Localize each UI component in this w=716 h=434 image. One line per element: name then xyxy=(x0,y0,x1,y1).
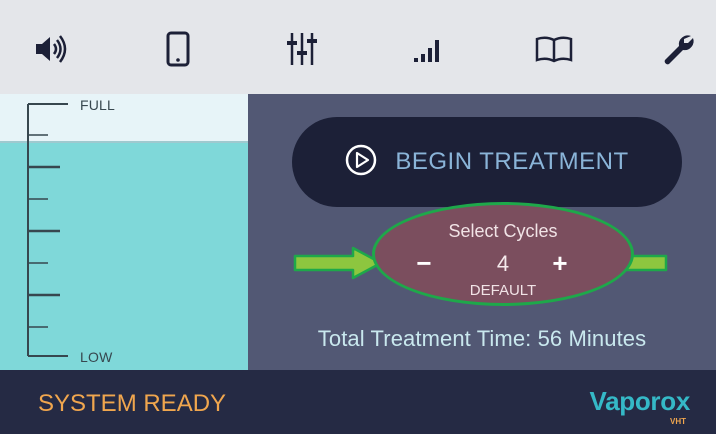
equalizer-icon[interactable] xyxy=(280,27,324,71)
default-label: DEFAULT xyxy=(469,282,537,299)
cycles-value: 4 xyxy=(496,251,510,276)
signal-icon[interactable] xyxy=(406,27,450,71)
phone-icon[interactable] xyxy=(156,27,200,71)
right-pointing-arrow-icon xyxy=(293,246,383,280)
full-label: FULL xyxy=(80,97,116,113)
speaker-icon[interactable] xyxy=(30,27,74,71)
total-treatment-time: Total Treatment Time: 56 Minutes xyxy=(317,326,647,351)
select-cycles-control: Select Cycles − 4 + DEFAULT xyxy=(372,202,634,306)
brand-sub-logo: VHT xyxy=(670,417,686,426)
water-level-gauge: FULL LOW xyxy=(0,94,248,370)
select-cycles-title: Select Cycles xyxy=(448,221,558,241)
wrench-icon[interactable] xyxy=(656,27,700,71)
control-panel: BEGIN TREATMENT Select Cycles − 4 + DEFA… xyxy=(248,94,716,370)
status-bar: SYSTEM READY Vaporox VHT xyxy=(0,370,716,434)
play-icon xyxy=(345,144,377,181)
top-toolbar xyxy=(0,0,716,94)
system-status: SYSTEM READY xyxy=(38,390,227,417)
brand-logo: Vaporox xyxy=(589,386,691,416)
begin-treatment-button[interactable]: BEGIN TREATMENT xyxy=(292,117,682,207)
book-icon[interactable] xyxy=(532,27,576,71)
low-label: LOW xyxy=(80,349,113,365)
increase-cycles-button[interactable]: + xyxy=(545,249,575,279)
gauge-ticks xyxy=(27,103,68,357)
begin-treatment-label: BEGIN TREATMENT xyxy=(395,148,629,175)
